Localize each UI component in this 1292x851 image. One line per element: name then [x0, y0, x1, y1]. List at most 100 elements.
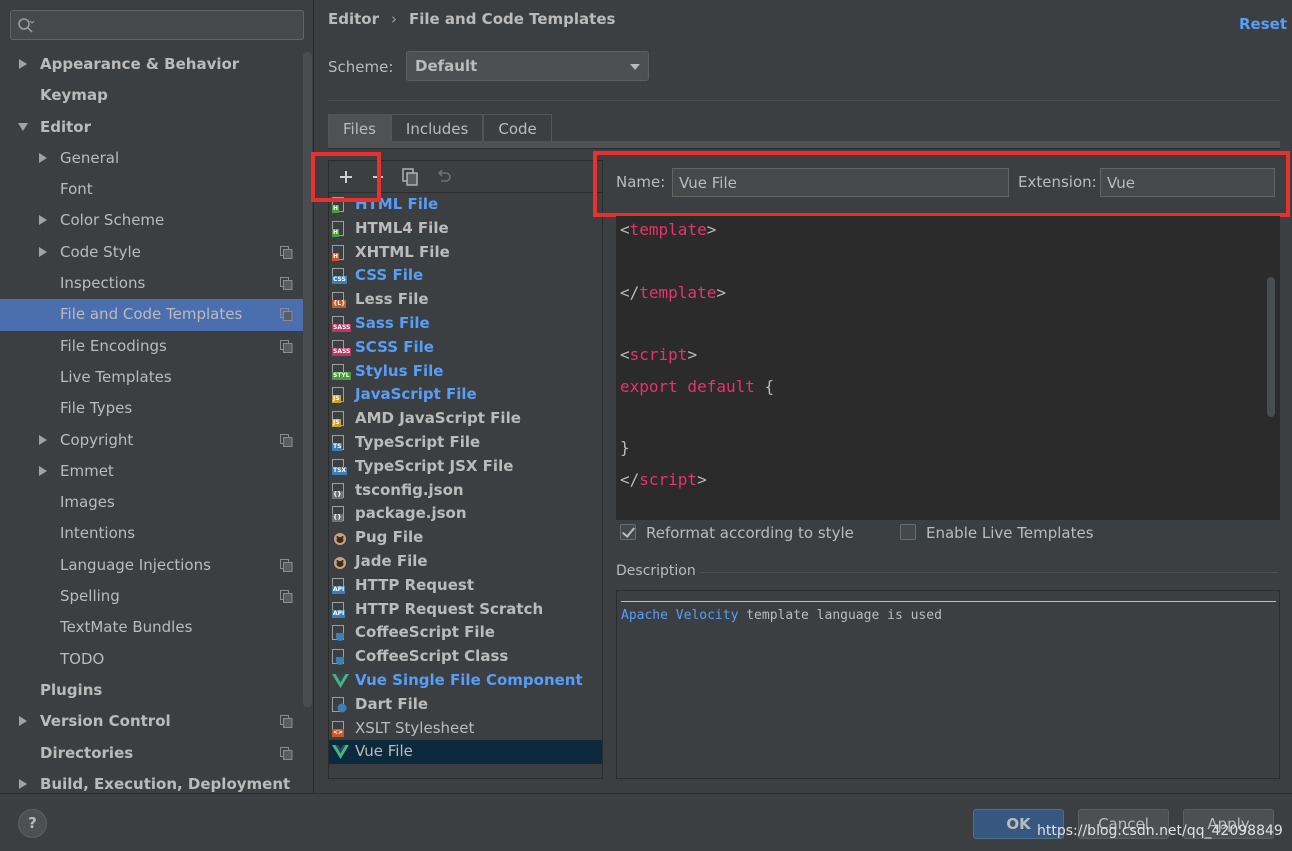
description-label: Description [616, 563, 696, 579]
code-line: <template> [620, 220, 717, 239]
revert-icon[interactable] [433, 166, 455, 188]
sidebar-item-code-style[interactable]: Code Style [0, 237, 304, 268]
chevron-right-icon[interactable] [38, 215, 48, 226]
sidebar-item-file-and-code-templates[interactable]: File and Code Templates [0, 299, 304, 331]
tab-code[interactable]: Code [483, 114, 552, 142]
sidebar-item-label: Editor [40, 117, 91, 136]
amd-javascript-file-icon: JS [332, 411, 349, 428]
template-item-http-request-scratch[interactable]: API HTTP Request Scratch [329, 598, 602, 622]
checkbox-checked-icon[interactable] [620, 524, 636, 540]
chevron-right-icon[interactable] [18, 716, 28, 727]
help-button[interactable]: ? [18, 809, 47, 838]
copy-icon[interactable] [399, 166, 421, 188]
sidebar-item-label: TextMate Bundles [60, 618, 193, 637]
name-field[interactable] [672, 168, 1009, 197]
template-item-label: package.json [355, 504, 467, 523]
velocity-link[interactable]: Apache Velocity [621, 608, 738, 623]
chevron-right-icon[interactable] [38, 434, 48, 445]
template-item-xhtml-file[interactable]: H XHTML File [329, 241, 602, 265]
sidebar-item-editor[interactable]: Editor [0, 112, 304, 143]
reformat-checkbox[interactable]: Reformat according to style [617, 523, 854, 543]
sidebar-item-color-scheme[interactable]: Color Scheme [0, 205, 304, 236]
sidebar-item-general[interactable]: General [0, 143, 304, 174]
breadcrumb-separator: › [391, 10, 397, 28]
template-item-less-file[interactable]: {L} Less File [329, 288, 602, 312]
template-item-amd-javascript-file[interactable]: JS AMD JavaScript File [329, 407, 602, 431]
template-item-label: TypeScript File [355, 432, 481, 451]
chevron-down-icon[interactable] [18, 122, 28, 132]
sidebar-scrollbar[interactable] [303, 52, 312, 707]
template-item-dart-file[interactable]: Dart File [329, 693, 602, 717]
extension-field[interactable] [1100, 168, 1275, 197]
live-templates-checkbox[interactable]: Enable Live Templates [897, 523, 1094, 543]
sidebar-item-copyright[interactable]: Copyright [0, 425, 304, 456]
project-scope-icon [280, 339, 293, 353]
tab-includes[interactable]: Includes [390, 114, 484, 142]
sidebar-item-todo[interactable]: TODO [0, 644, 304, 675]
template-item-sass-file[interactable]: SASS Sass File [329, 312, 602, 336]
code-line: </script> [620, 470, 707, 489]
template-item-coffeescript-class[interactable]: CoffeeScript Class [329, 645, 602, 669]
sidebar-item-emmet[interactable]: Emmet [0, 456, 304, 487]
template-item-xslt-stylesheet[interactable]: <> XSLT Stylesheet [329, 717, 602, 741]
sidebar-item-inspections[interactable]: Inspections [0, 268, 304, 299]
tab-strip [328, 141, 1280, 149]
xhtml-file-icon: H [332, 244, 349, 261]
sidebar-item-directories[interactable]: Directories [0, 738, 304, 769]
scss-file-icon: SASS [332, 339, 352, 356]
template-item-vue-single-file-component[interactable]: Vue Single File Component [329, 669, 602, 693]
tab-files[interactable]: Files [328, 114, 391, 142]
name-label: Name: [616, 173, 666, 191]
chevron-down-icon [630, 64, 640, 70]
template-item-scss-file[interactable]: SASS SCSS File [329, 336, 602, 360]
sidebar-item-file-types[interactable]: File Types [0, 393, 304, 424]
scheme-select[interactable]: Default [406, 51, 649, 81]
template-item-package-json[interactable]: {} package.json [329, 502, 602, 526]
sidebar-item-label: File and Code Templates [60, 305, 243, 324]
sidebar-item-appearance-behavior[interactable]: Appearance & Behavior [0, 49, 304, 80]
sidebar-item-images[interactable]: Images [0, 487, 304, 518]
sidebar-item-label: Intentions [60, 524, 136, 543]
chevron-right-icon[interactable] [38, 246, 48, 257]
template-item-typescript-file[interactable]: TS TypeScript File [329, 431, 602, 455]
sidebar-item-keymap[interactable]: Keymap [0, 80, 304, 111]
template-item-html4-file[interactable]: H HTML4 File [329, 217, 602, 241]
search-input[interactable] [41, 14, 296, 36]
reset-link[interactable]: Reset [1239, 15, 1287, 33]
chevron-right-icon[interactable] [38, 465, 48, 476]
checkbox-unchecked-icon[interactable] [900, 524, 916, 540]
sidebar-item-label: Emmet [60, 461, 114, 480]
template-item-jade-file[interactable]: Jade File [329, 550, 602, 574]
sidebar-item-font[interactable]: Font [0, 174, 304, 205]
sidebar-item-plugins[interactable]: Plugins [0, 675, 304, 706]
chevron-right-icon[interactable] [18, 59, 28, 69]
chevron-right-icon[interactable] [38, 152, 48, 163]
template-item-coffeescript-file[interactable]: CoffeeScript File [329, 621, 602, 645]
template-item-typescript-jsx-file[interactable]: TSX TypeScript JSX File [329, 455, 602, 479]
sidebar-item-textmate-bundles[interactable]: TextMate Bundles [0, 612, 304, 643]
breadcrumb-editor[interactable]: Editor [328, 10, 379, 28]
sidebar-item-spelling[interactable]: Spelling [0, 581, 304, 612]
template-code-editor[interactable]: <template> </template> <script> export d… [616, 216, 1280, 520]
template-item-label: JavaScript File [355, 385, 477, 404]
description-text: Apache Velocity template language is use… [621, 608, 942, 623]
template-item-http-request[interactable]: API HTTP Request [329, 574, 602, 598]
sidebar-item-label: TODO [60, 649, 105, 668]
sidebar-item-intentions[interactable]: Intentions [0, 518, 304, 549]
sidebar-item-version-control[interactable]: Version Control [0, 706, 304, 737]
template-item-vue-file[interactable]: Vue File [329, 740, 602, 765]
sidebar-item-live-templates[interactable]: Live Templates [0, 362, 304, 393]
template-item-css-file[interactable]: CSS CSS File [329, 264, 602, 288]
settings-search[interactable] [10, 10, 304, 40]
template-item-label: TypeScript JSX File [355, 456, 514, 475]
sidebar-item-language-injections[interactable]: Language Injections [0, 550, 304, 581]
editor-scrollbar[interactable] [1267, 277, 1275, 417]
template-item-pug-file[interactable]: Pug File [329, 526, 602, 550]
chevron-right-icon[interactable] [18, 778, 28, 789]
template-item-javascript-file[interactable]: JS JavaScript File [329, 383, 602, 407]
template-item-tsconfig-json[interactable]: {} tsconfig.json [329, 479, 602, 503]
stylus-file-icon: STYL [332, 363, 351, 380]
template-list: H HTML File H HTML4 File H XHTML File CSS CSS F… [329, 193, 602, 765]
sidebar-item-file-encodings[interactable]: File Encodings [0, 331, 304, 362]
template-item-stylus-file[interactable]: STYL Stylus File [329, 360, 602, 384]
